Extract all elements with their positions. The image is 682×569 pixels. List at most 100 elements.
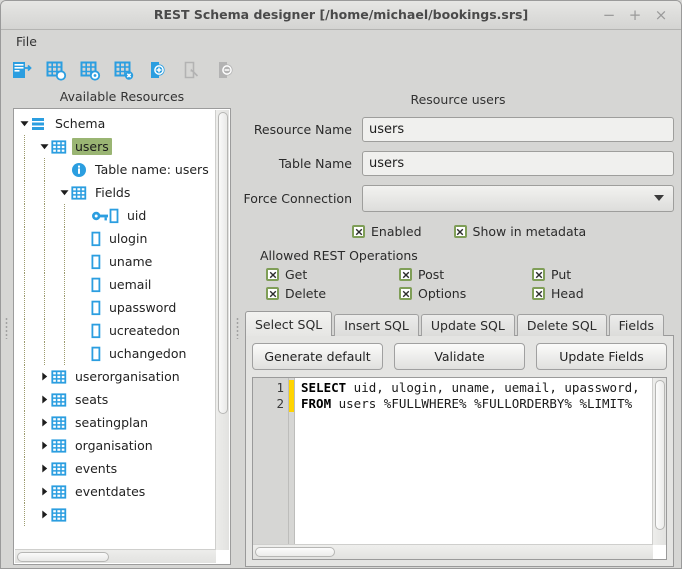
tree-guide-line (24, 158, 25, 181)
pane-splitter-handle[interactable] (233, 88, 242, 567)
chevron-right-icon[interactable] (38, 463, 51, 474)
chevron-right-icon[interactable] (38, 394, 51, 405)
menu-item-file[interactable]: File (9, 32, 44, 51)
tree-item-label: eventdates (75, 484, 146, 499)
maximize-icon[interactable]: + (623, 4, 647, 26)
tree-item-fields[interactable]: Fields (14, 181, 230, 204)
close-icon[interactable]: × (649, 4, 673, 26)
update-fields-button[interactable]: Update Fields (536, 343, 667, 370)
tab-update-sql[interactable]: Update SQL (420, 314, 515, 336)
tree-item-upassword[interactable]: upassword (14, 296, 230, 319)
editor-horizontal-scrollbar[interactable] (253, 544, 653, 559)
tree-horizontal-scrollbar-thumb[interactable] (17, 552, 109, 562)
enabled-checkbox[interactable]: Enabled (352, 224, 422, 239)
resource-name-input[interactable]: users (362, 117, 674, 142)
tree-guide-line (44, 342, 45, 365)
tree-item-uid[interactable]: uid (14, 204, 230, 227)
tab-fields[interactable]: Fields (608, 314, 665, 336)
chevron-down-icon[interactable] (58, 187, 71, 198)
chevron-down-icon[interactable] (18, 118, 31, 129)
tab-delete-sql[interactable]: Delete SQL (516, 314, 607, 336)
operation-get-checkbox[interactable]: Get (266, 267, 393, 282)
resource-tree[interactable]: Schema users Table name: users Fields uid ulo… (14, 109, 230, 564)
chevron-right-icon[interactable] (38, 440, 51, 451)
field-icon (91, 300, 101, 316)
tree-horizontal-scrollbar[interactable] (15, 549, 216, 563)
editor-vertical-scrollbar[interactable] (652, 378, 666, 545)
chevron-down-icon[interactable] (38, 141, 51, 152)
tree-item-seats[interactable]: seats (14, 388, 230, 411)
sql-editor[interactable]: 12 SELECT uid, ulogin, uname, uemail, up… (252, 377, 667, 560)
table-icon (51, 415, 67, 431)
checkbox-box (399, 268, 412, 281)
field-icon (91, 346, 101, 362)
tree-guide-line (24, 296, 25, 319)
editor-vertical-scrollbar-thumb[interactable] (655, 380, 665, 530)
edit-table-icon[interactable] (77, 57, 103, 83)
table-icon (51, 484, 67, 500)
checkbox-box (453, 225, 467, 238)
operation-delete-checkbox[interactable]: Delete (266, 286, 393, 301)
chevron-right-icon[interactable] (38, 417, 51, 428)
tree-item[interactable] (14, 503, 230, 526)
add-table-icon[interactable] (43, 57, 69, 83)
tree-item-uname[interactable]: uname (14, 250, 230, 273)
left-splitter-handle[interactable] (2, 88, 11, 567)
key-field-icon (91, 208, 119, 224)
tree-item-users[interactable]: users (14, 135, 230, 158)
operation-head-checkbox[interactable]: Head (532, 286, 668, 301)
checkbox-box (352, 225, 365, 238)
generate-default-button[interactable]: Generate default (252, 343, 383, 370)
tree-item-table-name-users[interactable]: Table name: users (14, 158, 230, 181)
tree-guide-line (24, 411, 25, 434)
resource-tree-container: Schema users Table name: users Fields uid ulo… (13, 108, 231, 565)
tab-insert-sql[interactable]: Insert SQL (334, 314, 419, 336)
resource-name-label: Resource Name (253, 122, 352, 137)
delete-table-icon[interactable] (111, 57, 137, 83)
window-controls: − + × (597, 4, 673, 26)
tree-item-userorganisation[interactable]: userorganisation (14, 365, 230, 388)
force-connection-select[interactable] (362, 185, 674, 212)
chevron-right-icon[interactable] (38, 509, 51, 520)
field-icon (91, 277, 101, 293)
checkbox-box (532, 268, 545, 281)
tree-guide-line (24, 342, 25, 365)
tree-vertical-scrollbar[interactable] (215, 110, 229, 550)
chevron-right-icon[interactable] (38, 371, 51, 382)
show-in-metadata-checkbox[interactable]: Show in metadata (453, 224, 586, 239)
tree-item-organisation[interactable]: organisation (14, 434, 230, 457)
tree-item-ulogin[interactable]: ulogin (14, 227, 230, 250)
toggles-row: Enabled Show in metadata (352, 224, 674, 239)
title-bar: REST Schema designer [/home/michael/book… (1, 1, 681, 30)
tree-guide-line (64, 204, 65, 227)
checkbox-box (532, 287, 545, 300)
tree-guide-line (64, 342, 65, 365)
add-resource-icon[interactable] (145, 57, 171, 83)
tree-item-ucreatedon[interactable]: ucreatedon (14, 319, 230, 342)
tree-vertical-scrollbar-thumb[interactable] (218, 112, 228, 414)
tree-item-uchangedon[interactable]: uchangedon (14, 342, 230, 365)
checkbox-label: Get (285, 267, 308, 282)
table-name-input[interactable]: users (362, 151, 674, 176)
tree-item-schema[interactable]: Schema (14, 112, 230, 135)
tree-item-label: uemail (109, 277, 152, 292)
tree-guide-line (44, 319, 45, 342)
new-schema-icon[interactable] (9, 57, 35, 83)
tree-guide-line (64, 227, 65, 250)
available-resources-title: Available Resources (59, 89, 185, 104)
operation-options-checkbox[interactable]: Options (399, 286, 526, 301)
editor-horizontal-scrollbar-thumb[interactable] (255, 547, 335, 557)
tree-item-seatingplan[interactable]: seatingplan (14, 411, 230, 434)
operation-post-checkbox[interactable]: Post (399, 267, 526, 282)
tree-item-events[interactable]: events (14, 457, 230, 480)
tree-guide-line (44, 158, 45, 181)
sql-text: users %FULLWHERE% %FULLORDERBY% %LIMIT% (331, 396, 633, 411)
minimize-icon[interactable]: − (597, 4, 621, 26)
sql-code-area[interactable]: SELECT uid, ulogin, uname, uemail, upass… (295, 378, 666, 559)
operation-put-checkbox[interactable]: Put (532, 267, 668, 282)
tree-item-eventdates[interactable]: eventdates (14, 480, 230, 503)
tab-select-sql[interactable]: Select SQL (245, 311, 333, 336)
tree-item-uemail[interactable]: uemail (14, 273, 230, 296)
chevron-right-icon[interactable] (38, 486, 51, 497)
validate-button[interactable]: Validate (394, 343, 525, 370)
